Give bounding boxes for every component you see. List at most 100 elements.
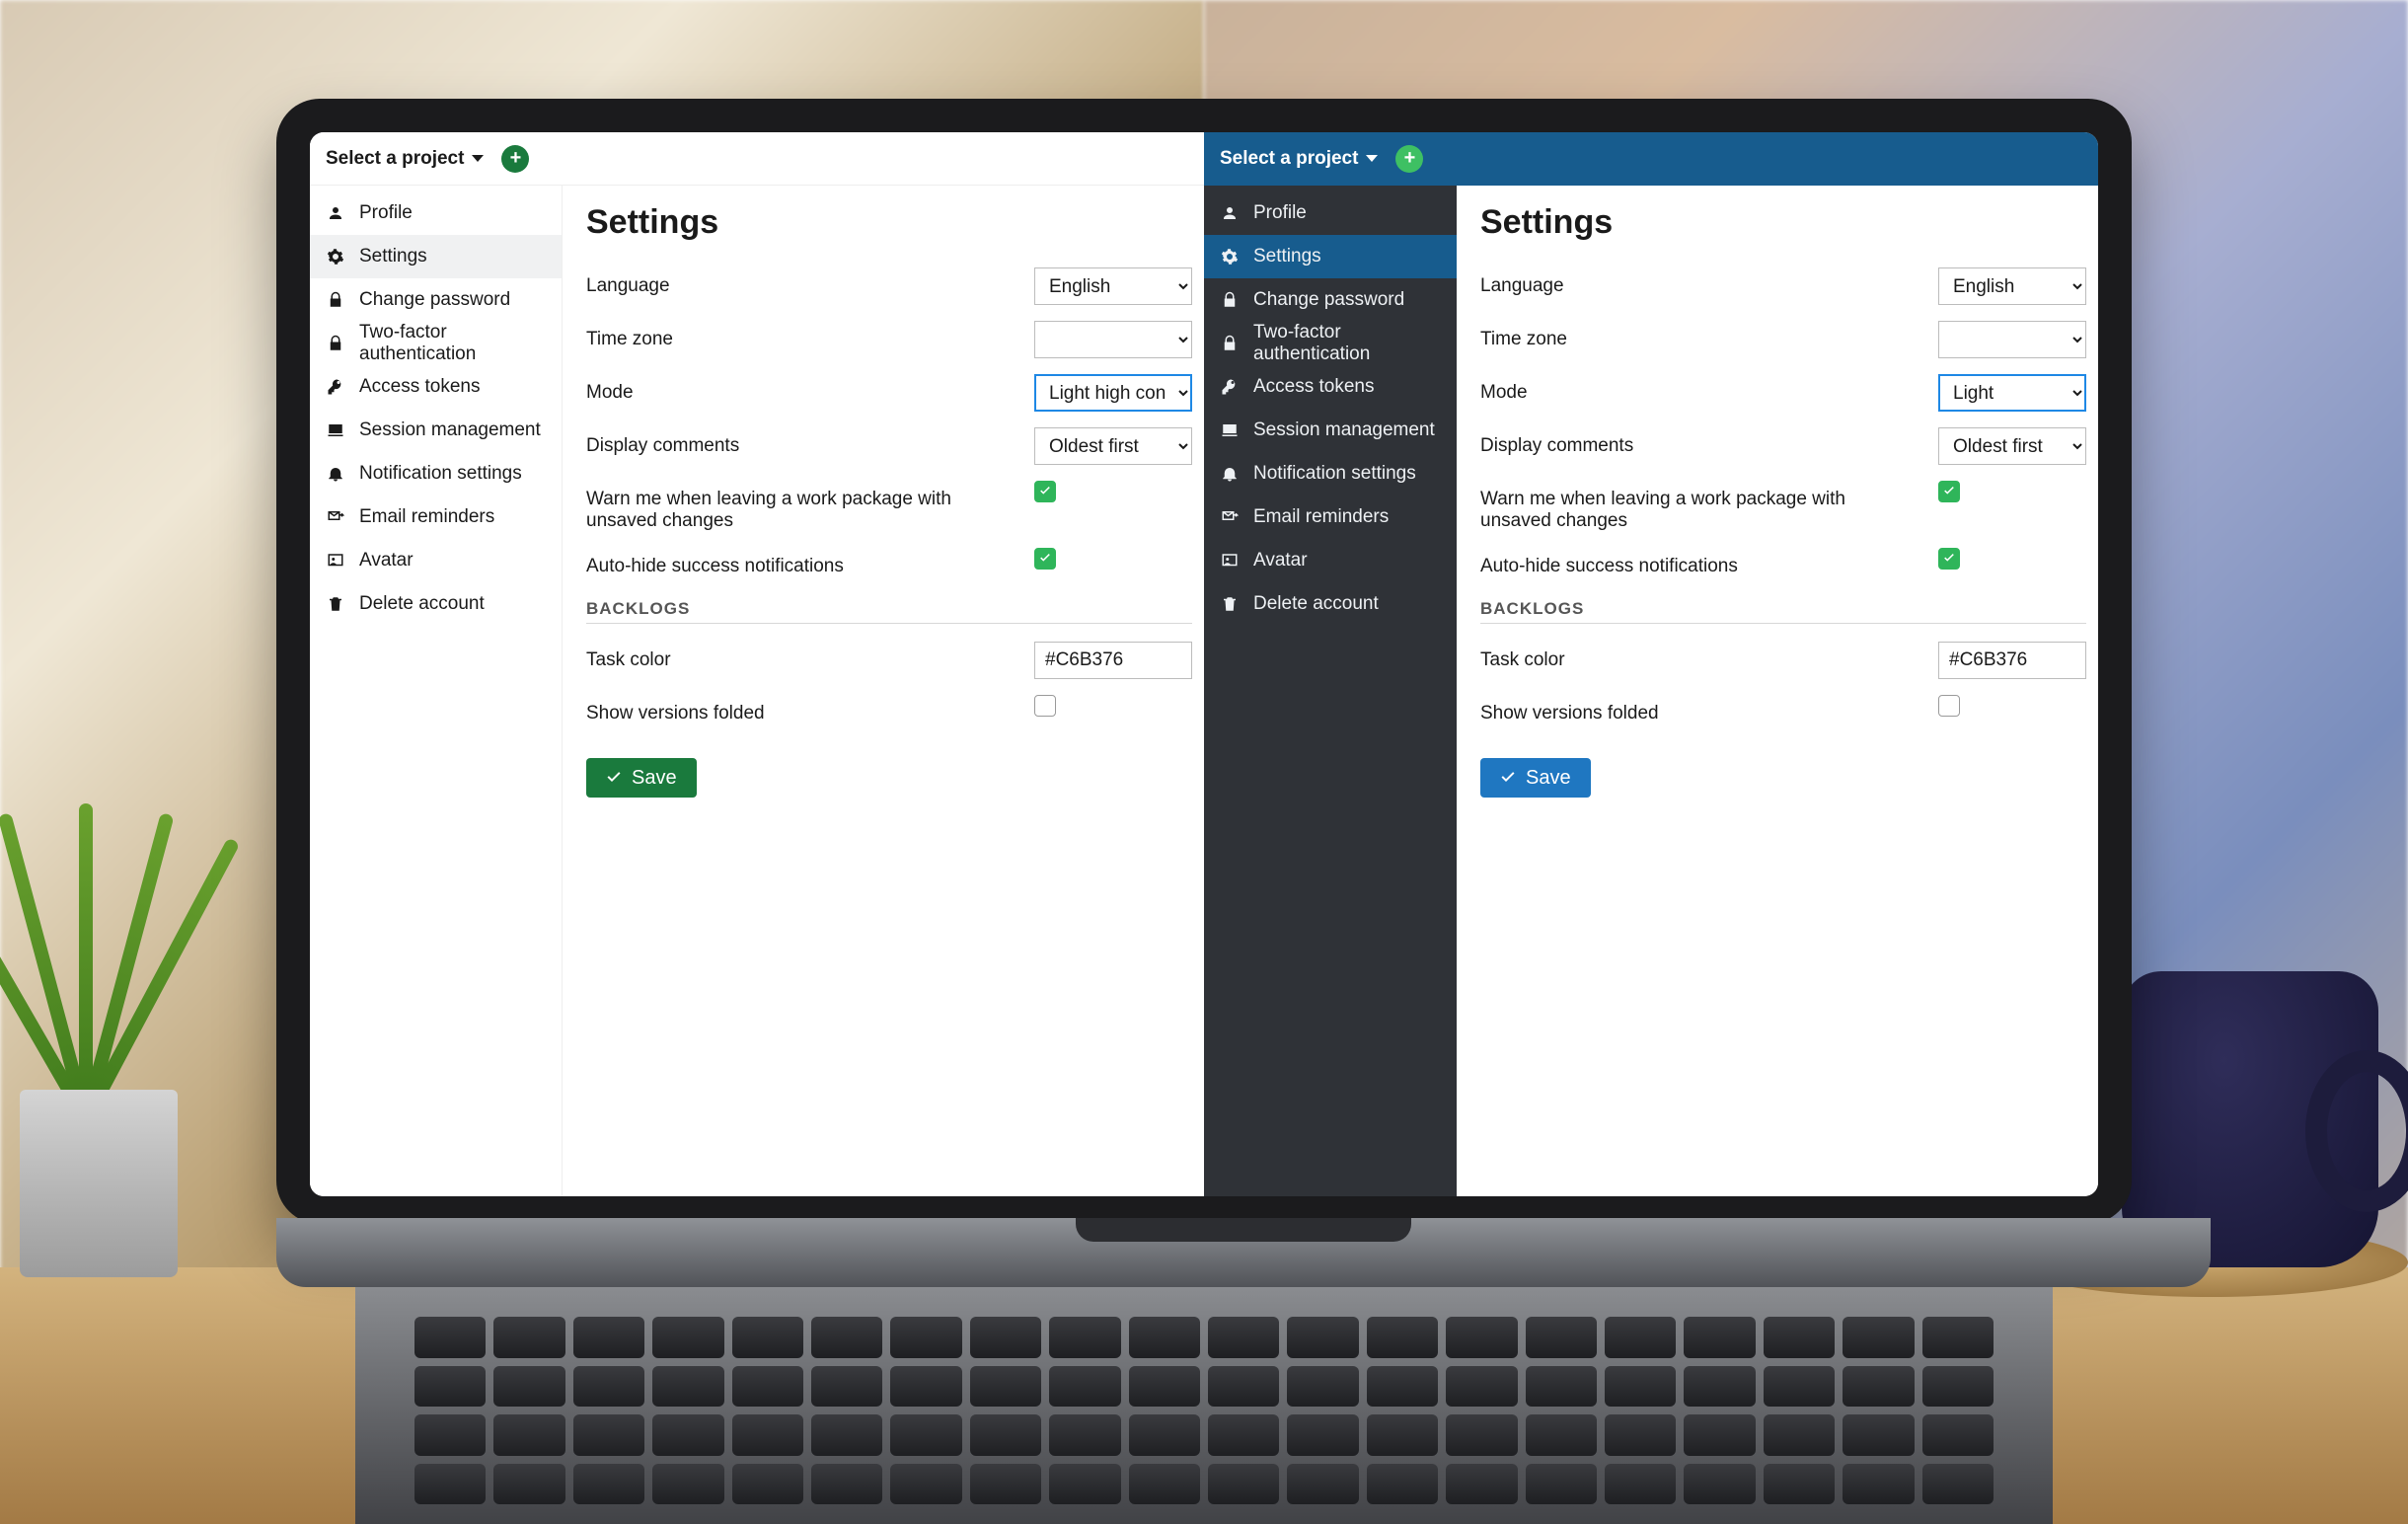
sidebar: Profile SettingsChange passwordTwo-factor… [310,186,563,1196]
display-comments-select[interactable]: Oldest first [1938,427,2086,465]
key-icon [1220,377,1240,397]
language-select[interactable]: English [1938,267,2086,305]
sidebar-item-notification-settings[interactable]: Notification settings [310,452,562,495]
sidebar-item-access-tokens[interactable]: Access tokens [1204,365,1457,409]
label-language: Language [1480,267,1919,297]
sidebar-item-settings[interactable]: Settings [1204,235,1457,278]
sidebar-item-label: Profile [359,202,413,224]
project-selector-label: Select a project [326,148,464,170]
sidebar-item-delete-account[interactable]: Delete account [1204,582,1457,626]
display-comments-select[interactable]: Oldest first [1034,427,1192,465]
sidebar-item-label: Session management [359,419,541,441]
trash-icon [326,594,345,614]
sidebar-item-label: Session management [1253,419,1435,441]
keyboard-slab [276,1218,2211,1287]
timezone-select[interactable] [1938,321,2086,358]
auto-hide-checkbox[interactable] [1034,548,1056,570]
row-versions-folded: Show versions folded [586,695,1192,724]
lock-icon [326,334,345,353]
person-icon [326,203,345,223]
sidebar-item-label: Access tokens [359,376,481,398]
plus-icon: + [510,147,522,170]
lock-icon [326,290,345,310]
caret-down-icon [472,155,484,162]
pane-body: Profile SettingsChange passwordTwo-factor… [310,186,1204,1196]
sidebar-item-notification-settings[interactable]: Notification settings [1204,452,1457,495]
sidebar-item-session-management[interactable]: Session management [310,409,562,452]
label-timezone: Time zone [1480,321,1919,350]
timezone-select[interactable] [1034,321,1192,358]
versions-folded-checkbox[interactable] [1034,695,1056,717]
sidebar-item-change-password[interactable]: Change password [310,278,562,322]
add-project-button[interactable]: + [1395,145,1423,173]
sidebar-item-avatar[interactable]: Avatar [1204,539,1457,582]
sidebar-item-two-factor-authentication[interactable]: Two-factor authentication [310,322,562,365]
sidebar-item-two-factor-authentication[interactable]: Two-factor authentication [1204,322,1457,365]
sidebar-item-session-management[interactable]: Session management [1204,409,1457,452]
sidebar-item-profile[interactable]: Profile [310,191,562,235]
mode-select[interactable]: Light high contrast [1034,374,1192,412]
sidebar-item-label: Delete account [359,593,485,615]
label-language: Language [586,267,1015,297]
add-project-button[interactable]: + [501,145,529,173]
sidebar-item-email-reminders[interactable]: Email reminders [1204,495,1457,539]
divider [586,623,1192,624]
project-selector[interactable]: Select a project [326,148,484,170]
label-display-comments: Display comments [1480,427,1919,457]
sidebar-item-profile[interactable]: Profile [1204,191,1457,235]
sidebar-item-access-tokens[interactable]: Access tokens [310,365,562,409]
row-versions-folded: Show versions folded [1480,695,2086,724]
content: Settings Language English Time zone Mode… [563,186,1204,1196]
project-selector-label: Select a project [1220,148,1358,170]
language-select[interactable]: English [1034,267,1192,305]
mode-select[interactable]: Light [1938,374,2086,412]
session-icon [326,420,345,440]
task-color-input[interactable] [1938,642,2086,679]
save-button[interactable]: Save [586,758,697,798]
key-icon [326,377,345,397]
topbar: Select a project + [310,132,1204,186]
sidebar-item-email-reminders[interactable]: Email reminders [310,495,562,539]
sidebar-item-avatar[interactable]: Avatar [310,539,562,582]
warn-unsaved-checkbox[interactable] [1034,481,1056,502]
pane-light: Select a project + Profile SettingsChange… [310,132,1204,1196]
check-icon [606,770,622,786]
pane-dark: Select a project + ProfileSettingsChange… [1204,132,2098,1196]
mail-out-icon [1220,507,1240,527]
sidebar-item-label: Avatar [359,550,414,572]
lock-icon [1220,334,1240,353]
versions-folded-checkbox[interactable] [1938,695,1960,717]
sidebar-item-label: Notification settings [1253,463,1416,485]
avatar-icon [1220,551,1240,571]
auto-hide-checkbox[interactable] [1938,548,1960,570]
label-task-color: Task color [586,642,1015,671]
sidebar-item-change-password[interactable]: Change password [1204,278,1457,322]
caret-down-icon [1366,155,1378,162]
save-button[interactable]: Save [1480,758,1591,798]
screen: Select a project + ProfileSettingsChange… [310,132,2098,1196]
pane-body: ProfileSettingsChange passwordTwo-factor… [1204,186,2098,1196]
trash-icon [1220,594,1240,614]
row-language: Language English [586,267,1192,305]
row-warn-unsaved: Warn me when leaving a work package with… [1480,481,2086,532]
settings-icon [1220,247,1240,267]
row-warn-unsaved: Warn me when leaving a work package with… [586,481,1192,532]
save-button-label: Save [1526,767,1571,790]
task-color-input[interactable] [1034,642,1192,679]
bell-icon [1220,464,1240,484]
row-mode: Mode Light [1480,374,2086,412]
sidebar-item-delete-account[interactable]: Delete account [310,582,562,626]
sidebar-item-label: Avatar [1253,550,1308,572]
sidebar-item-label: Email reminders [1253,506,1389,528]
warn-unsaved-checkbox[interactable] [1938,481,1960,502]
settings-icon [326,247,345,267]
sidebar-item-label: Delete account [1253,593,1379,615]
label-versions-folded: Show versions folded [586,695,1015,724]
project-selector[interactable]: Select a project [1220,148,1378,170]
sidebar-item-label: Two-factor authentication [1253,322,1441,365]
keys [414,1317,1994,1504]
sidebar-item-settings[interactable]: Settings [310,235,562,278]
sidebar-item-label: Access tokens [1253,376,1375,398]
row-mode: Mode Light high contrast [586,374,1192,412]
row-timezone: Time zone [586,321,1192,358]
